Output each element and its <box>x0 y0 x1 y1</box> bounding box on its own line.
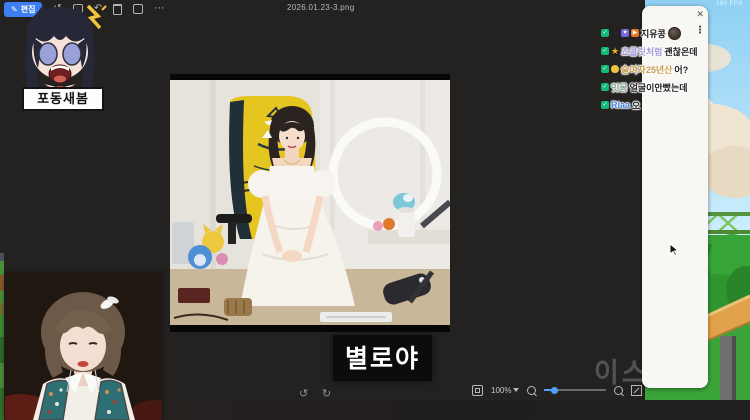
chat-username[interactable]: 술여자25년산 <box>621 63 672 76</box>
mascot-illustration <box>25 4 107 94</box>
zoom-level-value: 100% <box>491 385 512 395</box>
mascot-name-label: 포동새봄 <box>22 87 104 111</box>
photo-canvas <box>170 74 452 332</box>
subscriber-badge-icon: ✓ <box>601 83 609 91</box>
chat-message-text: 오 <box>632 100 641 111</box>
left-edge-game-strip <box>0 253 4 420</box>
zoom-level-dropdown[interactable]: 100% <box>491 385 520 395</box>
fit-to-window-icon[interactable] <box>472 384 483 396</box>
subscriber-badge-icon: ✓ <box>601 47 609 55</box>
subtitle-caption: 별로야 <box>333 335 433 381</box>
webcam-overlay <box>5 272 162 420</box>
chat-message: ✓ 잇몸 얼굴이안빴는데 <box>601 78 707 96</box>
chat-message-list: ✓ ★ ♥ ▶ 지유콩 ✓ ★ 쵸콜릿처럼 괜찮은데 ✓ 술여자25년산 어? … <box>601 24 707 114</box>
chat-emote-icon <box>667 26 681 40</box>
subscriber-badge-icon: ✓ <box>601 29 609 37</box>
delete-icon[interactable] <box>113 3 123 15</box>
undo-icon-floating[interactable]: ↺ <box>299 387 308 400</box>
gold-star-badge-icon: ★ <box>611 46 620 56</box>
watermark-text: 이스티즈 <box>594 358 706 388</box>
mascot-logo: 포동새봄 <box>8 2 112 114</box>
share-icon[interactable] <box>133 4 144 14</box>
chat-username[interactable]: Riaa <box>611 100 630 110</box>
chat-message: ✓ Riaa 오 <box>601 96 707 114</box>
chat-message-text: 괜찮은데 <box>664 46 698 57</box>
chat-message: ✓ ★ 쵸콜릿처럼 괜찮은데 <box>601 42 707 60</box>
chat-message: ✓ ★ ♥ ▶ 지유콩 <box>601 24 707 42</box>
chat-username[interactable]: 잇몸 <box>611 81 628 94</box>
close-icon[interactable]: ✕ <box>696 9 704 19</box>
subscriber-badge-icon: ✓ <box>601 65 609 73</box>
stream-screen: 180 FPS 2026.01.23-3.png ✎ 편집 ↺ ↶ ⋯ <box>0 0 750 420</box>
mouse-cursor <box>669 242 680 262</box>
chat-message: ✓ 술여자25년산 어? <box>601 60 707 78</box>
chat-username[interactable]: 쵸콜릿처럼 <box>621 45 662 58</box>
chevron-down-icon <box>513 388 520 395</box>
subscriber-badge-icon: ✓ <box>601 101 609 109</box>
zoom-slider-thumb[interactable] <box>551 386 559 394</box>
chat-message-text: 얼굴이안빴는데 <box>629 82 688 93</box>
chat-message-text: 어? <box>674 64 689 75</box>
zoom-out-icon[interactable] <box>527 385 537 395</box>
heart-badge-icon: ♥ <box>621 29 629 37</box>
rocket-badge-icon: ▶ <box>631 29 639 37</box>
redo-icon-floating[interactable]: ↻ <box>322 387 331 400</box>
streamer-webcam-illustration <box>5 272 162 420</box>
chat-username[interactable]: 지유콩 <box>641 27 666 40</box>
fps-counter: 180 FPS <box>716 1 743 7</box>
photo-illustration <box>170 74 452 332</box>
file-title: 2026.01.23-3.png <box>287 3 355 12</box>
star-badge-icon: ★ <box>611 28 620 38</box>
cloud-badge-icon <box>611 65 619 73</box>
more-options-icon[interactable]: ⋯ <box>154 3 164 15</box>
